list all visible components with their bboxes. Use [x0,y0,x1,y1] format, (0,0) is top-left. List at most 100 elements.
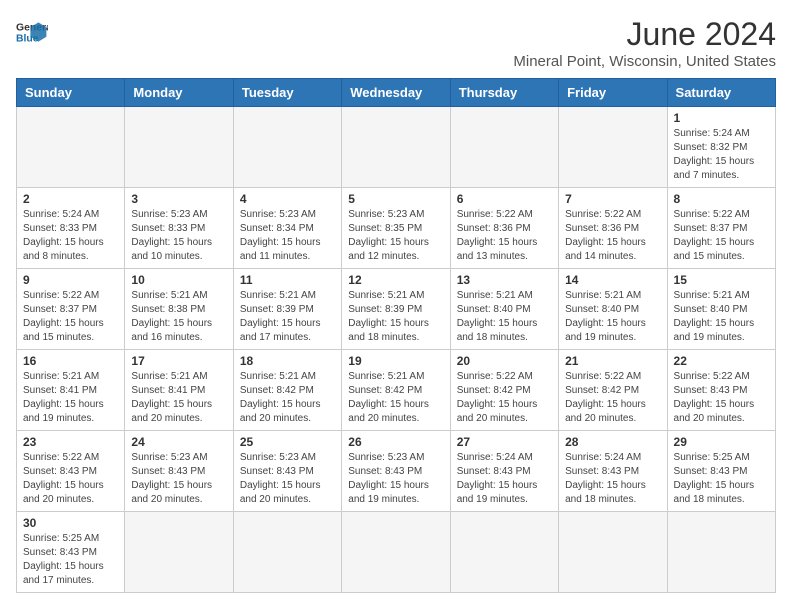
day-info: Sunrise: 5:22 AM Sunset: 8:36 PM Dayligh… [457,208,552,264]
day-info: Sunrise: 5:23 AM Sunset: 8:43 PM Dayligh… [240,451,335,507]
page-header: General Blue June 2024 Mineral Point, Wi… [16,16,776,70]
calendar-cell-2-2: 11 Sunrise: 5:21 AM Sunset: 8:39 PM Dayli… [233,269,341,350]
day-number: 21 [565,354,660,368]
calendar-cell-1-2: 4 Sunrise: 5:23 AM Sunset: 8:34 PM Daylig… [233,188,341,269]
day-number: 13 [457,273,552,287]
day-info: Sunrise: 5:22 AM Sunset: 8:37 PM Dayligh… [23,289,118,345]
day-info: Sunrise: 5:25 AM Sunset: 8:43 PM Dayligh… [674,451,769,507]
header-monday: Monday [125,79,233,107]
day-info: Sunrise: 5:23 AM Sunset: 8:34 PM Dayligh… [240,208,335,264]
day-number: 24 [131,435,226,449]
header-sunday: Sunday [17,79,125,107]
calendar-cell-3-3: 19 Sunrise: 5:21 AM Sunset: 8:42 PM Dayli… [342,350,450,431]
day-info: Sunrise: 5:25 AM Sunset: 8:43 PM Dayligh… [23,532,118,588]
day-info: Sunrise: 5:21 AM Sunset: 8:41 PM Dayligh… [131,370,226,426]
day-number: 11 [240,273,335,287]
calendar-cell-3-4: 20 Sunrise: 5:22 AM Sunset: 8:42 PM Dayli… [450,350,558,431]
day-info: Sunrise: 5:21 AM Sunset: 8:38 PM Dayligh… [131,289,226,345]
day-number: 6 [457,192,552,206]
calendar-cell-0-5 [559,107,667,188]
day-info: Sunrise: 5:21 AM Sunset: 8:42 PM Dayligh… [240,370,335,426]
calendar-cell-1-4: 6 Sunrise: 5:22 AM Sunset: 8:36 PM Daylig… [450,188,558,269]
day-number: 15 [674,273,769,287]
day-info: Sunrise: 5:22 AM Sunset: 8:36 PM Dayligh… [565,208,660,264]
calendar-cell-4-0: 23 Sunrise: 5:22 AM Sunset: 8:43 PM Dayli… [17,431,125,512]
calendar-cell-3-1: 17Sunrise: 5:21 AM Sunset: 8:41 PM Dayli… [125,350,233,431]
calendar-cell-1-5: 7 Sunrise: 5:22 AM Sunset: 8:36 PM Daylig… [559,188,667,269]
day-number: 4 [240,192,335,206]
calendar-cell-5-1 [125,512,233,593]
day-number: 8 [674,192,769,206]
calendar-cell-0-4 [450,107,558,188]
day-number: 25 [240,435,335,449]
header-tuesday: Tuesday [233,79,341,107]
day-info: Sunrise: 5:21 AM Sunset: 8:41 PM Dayligh… [23,370,118,426]
header-friday: Friday [559,79,667,107]
day-info: Sunrise: 5:21 AM Sunset: 8:40 PM Dayligh… [674,289,769,345]
day-number: 23 [23,435,118,449]
calendar-cell-0-1 [125,107,233,188]
day-number: 16 [23,354,118,368]
day-number: 10 [131,273,226,287]
calendar-cell-1-0: 2Sunrise: 5:24 AM Sunset: 8:33 PM Daylig… [17,188,125,269]
day-number: 20 [457,354,552,368]
calendar-cell-4-4: 27Sunrise: 5:24 AM Sunset: 8:43 PM Dayli… [450,431,558,512]
logo: General Blue [16,16,48,48]
calendar-cell-4-2: 25 Sunrise: 5:23 AM Sunset: 8:43 PM Dayli… [233,431,341,512]
header-wednesday: Wednesday [342,79,450,107]
day-number: 1 [674,111,769,125]
day-number: 19 [348,354,443,368]
location-subtitle: Mineral Point, Wisconsin, United States [513,53,776,70]
calendar-week-1: 1Sunrise: 5:24 AM Sunset: 8:32 PM Daylig… [17,107,776,188]
calendar-cell-3-6: 22 Sunrise: 5:22 AM Sunset: 8:43 PM Dayli… [667,350,775,431]
calendar-cell-5-4 [450,512,558,593]
day-info: Sunrise: 5:22 AM Sunset: 8:42 PM Dayligh… [457,370,552,426]
calendar-week-5: 23 Sunrise: 5:22 AM Sunset: 8:43 PM Dayli… [17,431,776,512]
calendar-cell-4-3: 26Sunrise: 5:23 AM Sunset: 8:43 PM Dayli… [342,431,450,512]
header-thursday: Thursday [450,79,558,107]
day-number: 5 [348,192,443,206]
day-info: Sunrise: 5:22 AM Sunset: 8:43 PM Dayligh… [23,451,118,507]
calendar-week-2: 2Sunrise: 5:24 AM Sunset: 8:33 PM Daylig… [17,188,776,269]
day-number: 7 [565,192,660,206]
day-info: Sunrise: 5:23 AM Sunset: 8:43 PM Dayligh… [131,451,226,507]
calendar-cell-5-2 [233,512,341,593]
day-info: Sunrise: 5:22 AM Sunset: 8:37 PM Dayligh… [674,208,769,264]
calendar-cell-2-0: 9 Sunrise: 5:22 AM Sunset: 8:37 PM Daylig… [17,269,125,350]
month-year-title: June 2024 [513,16,776,53]
calendar-cell-1-1: 3Sunrise: 5:23 AM Sunset: 8:33 PM Daylig… [125,188,233,269]
calendar-cell-2-4: 13 Sunrise: 5:21 AM Sunset: 8:40 PM Dayli… [450,269,558,350]
calendar-cell-5-5 [559,512,667,593]
day-number: 28 [565,435,660,449]
calendar-cell-4-1: 24 Sunrise: 5:23 AM Sunset: 8:43 PM Dayli… [125,431,233,512]
calendar-week-4: 16 Sunrise: 5:21 AM Sunset: 8:41 PM Dayli… [17,350,776,431]
day-info: Sunrise: 5:22 AM Sunset: 8:43 PM Dayligh… [674,370,769,426]
day-number: 9 [23,273,118,287]
calendar-cell-2-3: 12 Sunrise: 5:21 AM Sunset: 8:39 PM Dayli… [342,269,450,350]
calendar-cell-0-3 [342,107,450,188]
calendar-cell-0-6: 1Sunrise: 5:24 AM Sunset: 8:32 PM Daylig… [667,107,775,188]
day-number: 2 [23,192,118,206]
calendar-week-6: 30Sunrise: 5:25 AM Sunset: 8:43 PM Dayli… [17,512,776,593]
day-info: Sunrise: 5:22 AM Sunset: 8:42 PM Dayligh… [565,370,660,426]
day-info: Sunrise: 5:24 AM Sunset: 8:43 PM Dayligh… [565,451,660,507]
day-number: 14 [565,273,660,287]
day-info: Sunrise: 5:21 AM Sunset: 8:40 PM Dayligh… [457,289,552,345]
calendar-cell-5-6 [667,512,775,593]
day-number: 18 [240,354,335,368]
day-number: 22 [674,354,769,368]
day-info: Sunrise: 5:24 AM Sunset: 8:43 PM Dayligh… [457,451,552,507]
calendar-header-row: SundayMondayTuesdayWednesdayThursdayFrid… [17,79,776,107]
calendar-cell-1-3: 5Sunrise: 5:23 AM Sunset: 8:35 PM Daylig… [342,188,450,269]
calendar-cell-0-2 [233,107,341,188]
day-number: 12 [348,273,443,287]
generalblue-logo-icon: General Blue [16,16,48,48]
day-info: Sunrise: 5:21 AM Sunset: 8:40 PM Dayligh… [565,289,660,345]
day-number: 26 [348,435,443,449]
day-info: Sunrise: 5:21 AM Sunset: 8:42 PM Dayligh… [348,370,443,426]
day-info: Sunrise: 5:21 AM Sunset: 8:39 PM Dayligh… [240,289,335,345]
calendar-cell-3-2: 18 Sunrise: 5:21 AM Sunset: 8:42 PM Dayli… [233,350,341,431]
day-info: Sunrise: 5:21 AM Sunset: 8:39 PM Dayligh… [348,289,443,345]
calendar-cell-3-0: 16 Sunrise: 5:21 AM Sunset: 8:41 PM Dayli… [17,350,125,431]
calendar-cell-3-5: 21 Sunrise: 5:22 AM Sunset: 8:42 PM Dayli… [559,350,667,431]
